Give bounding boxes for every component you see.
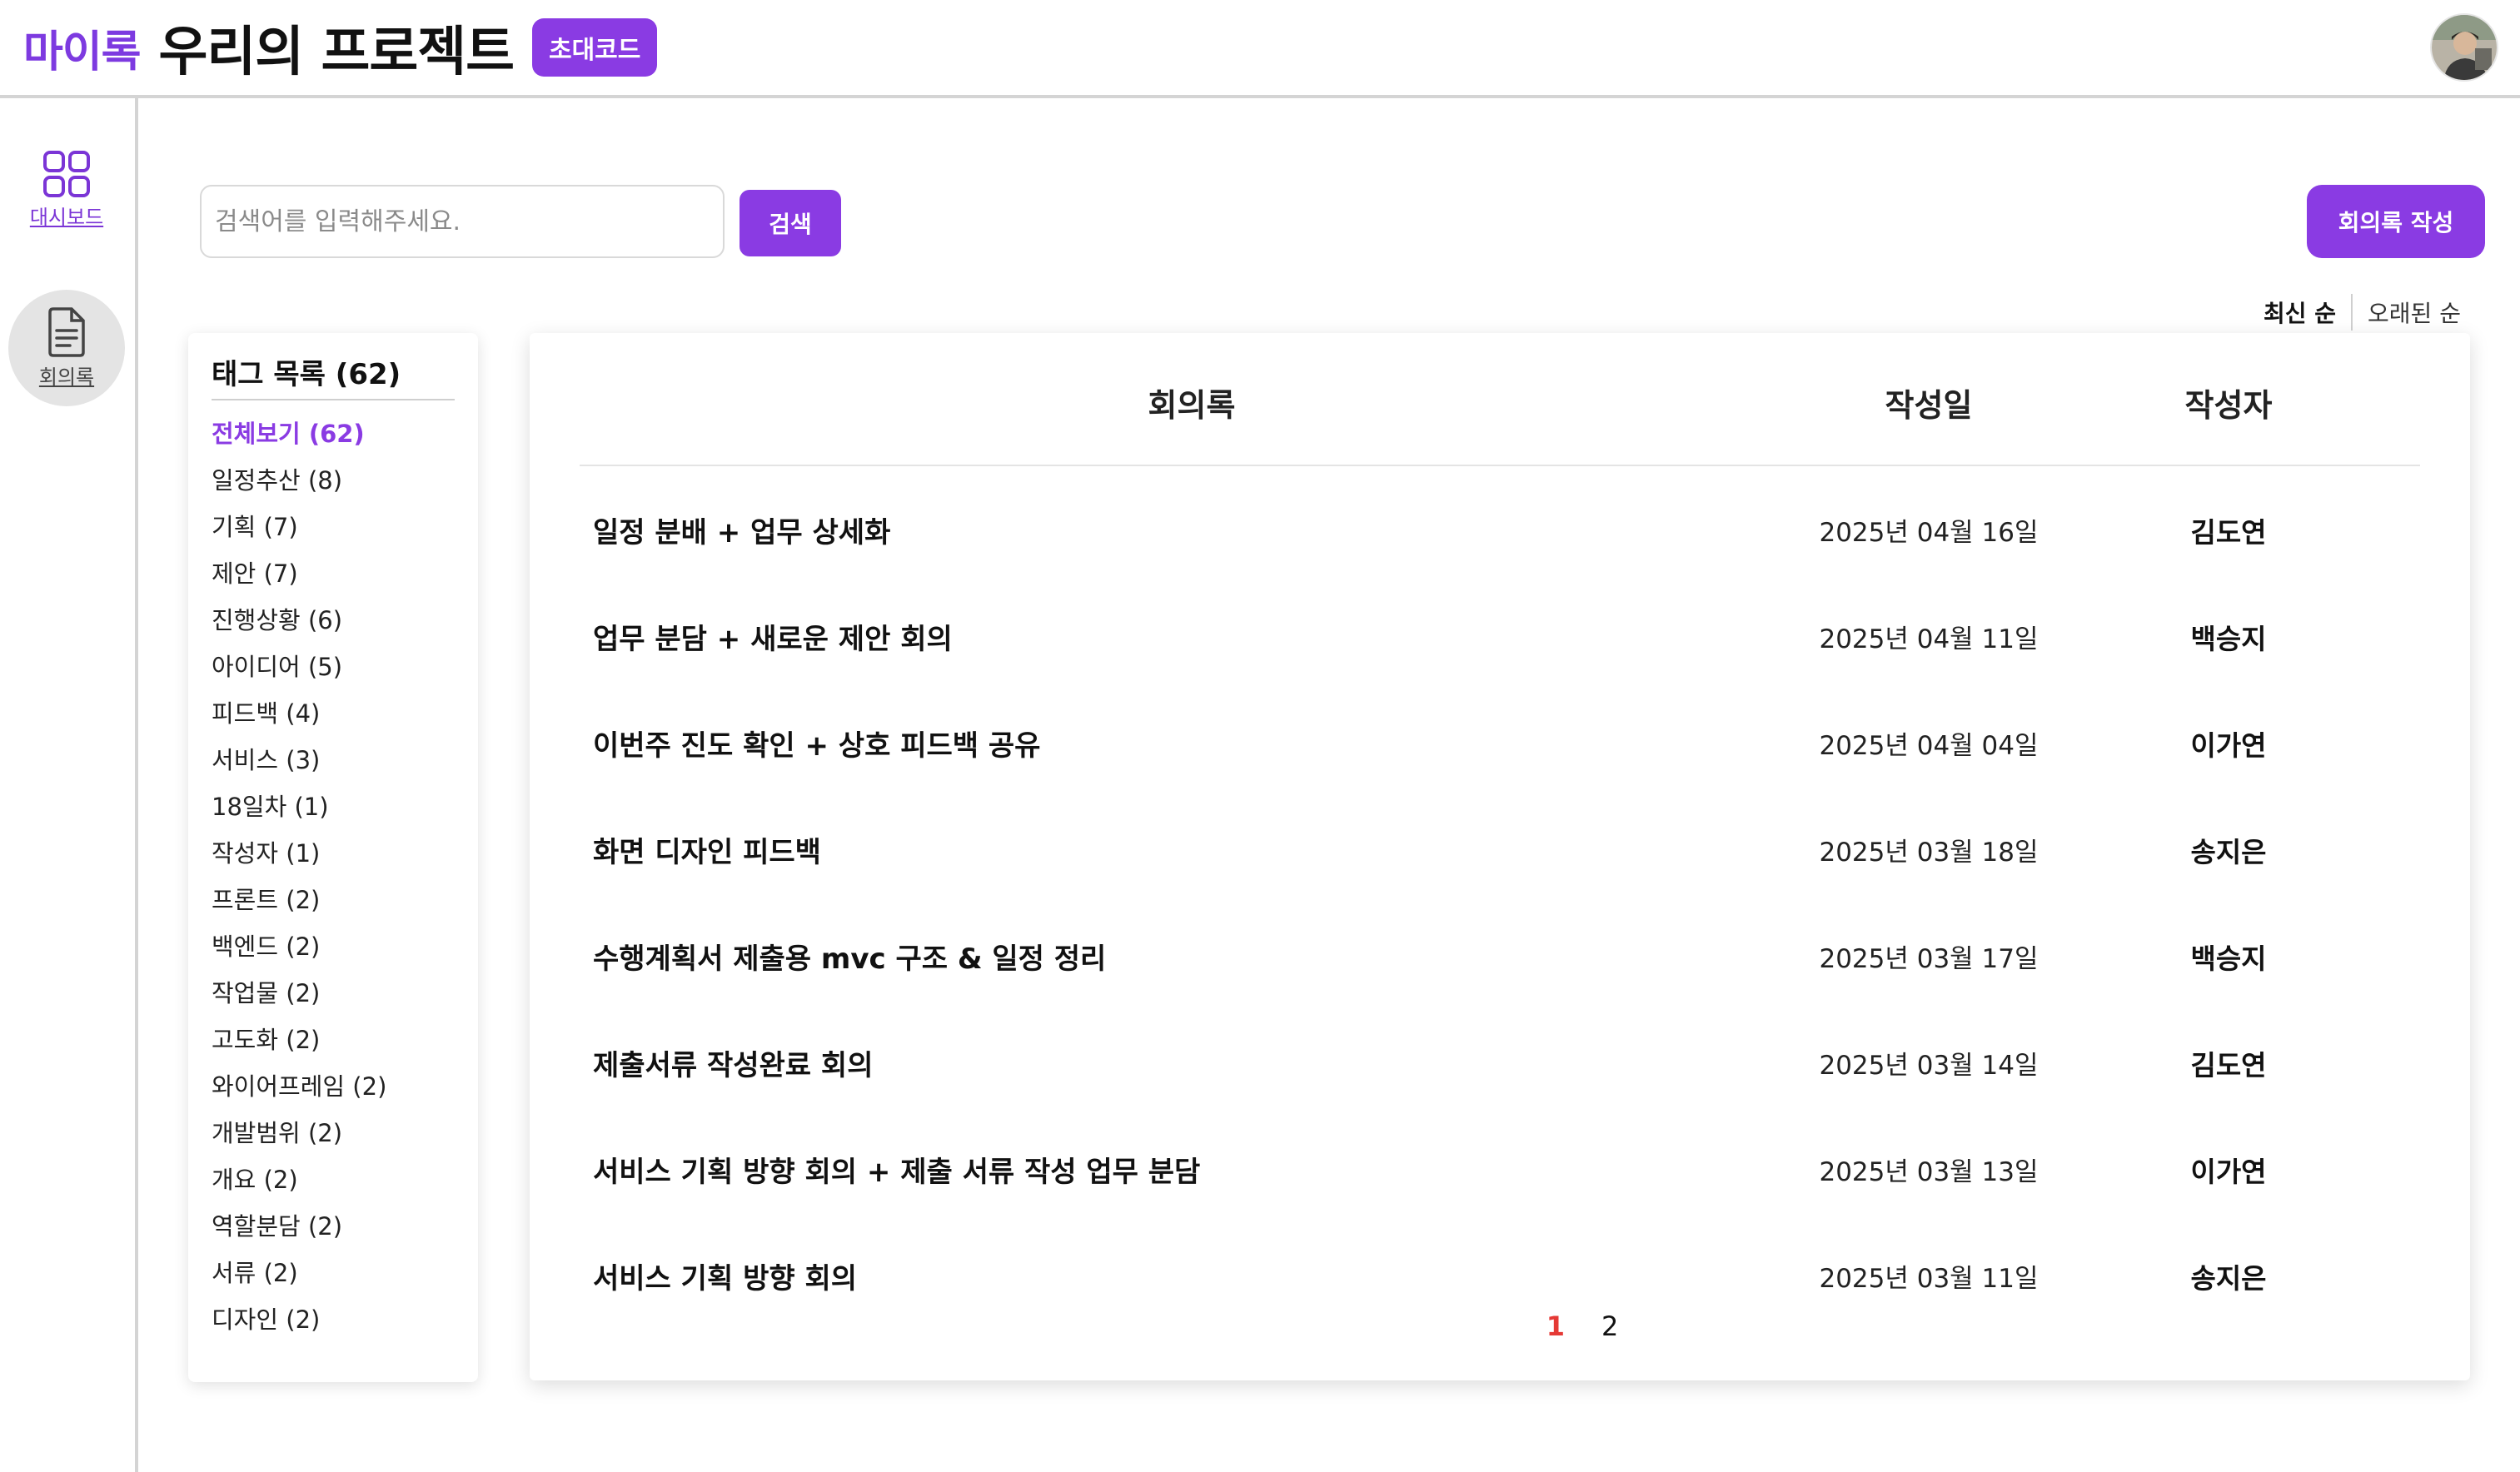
rail-label-minutes: 회의록 [38,365,95,389]
tag-panel-title: 태그 목록 (62) [212,351,455,400]
table-row[interactable]: 수행계획서 제출용 mvc 구조 & 일정 정리 2025년 03월 17일 백… [580,906,2420,1012]
table-row[interactable]: 이번주 진도 확인 + 상호 피드백 공유 2025년 04월 04일 이가연 [580,693,2420,799]
rail-item-dashboard[interactable]: 대시보드 [8,132,125,248]
tag-item[interactable]: 18일차 (1) [212,783,455,830]
table-row[interactable]: 업무 분담 + 새로운 제안 회의 2025년 04월 11일 백승지 [580,586,2420,693]
sort-oldest[interactable]: 오래된 순 [2353,296,2476,329]
row-title[interactable]: 이번주 진도 확인 + 상호 피드백 공유 [593,693,1040,799]
sort-newest[interactable]: 최신 순 [2249,296,2351,329]
row-date: 2025년 04월 04일 [1819,731,2039,761]
user-photo-icon [2432,15,2497,80]
tag-item[interactable]: 일정추산 (8) [212,457,455,504]
top-header: 마이록 우리의 프로젝트 초대코드 [0,0,2520,98]
row-author: 백승지 [2190,942,2267,975]
row-author: 김도연 [2190,516,2267,549]
tag-item[interactable]: 개요 (2) [212,1156,455,1203]
tag-item[interactable]: 프론트 (2) [212,877,455,923]
column-header-title: 회의록 [1148,387,1236,424]
invite-code-button[interactable]: 초대코드 [531,18,658,77]
pagination: 1 2 [530,1310,2470,1352]
side-rail: 대시보드 회의록 [0,98,138,1472]
tag-list: 전체보기 (62) 일정추산 (8) 기획 (7) 제안 (7) 진행상황 (6… [212,410,455,1343]
project-title: 우리의 프로젝트 [158,22,515,83]
app-logo[interactable]: 마이록 [23,17,142,79]
tag-item[interactable]: 진행상황 (6) [212,597,455,644]
minutes-table: 회의록 작성일 작성자 일정 분배 + 업무 상세화 2025년 04월 16일… [530,333,2470,1380]
table-row[interactable]: 일정 분배 + 업무 상세화 2025년 04월 16일 김도연 [580,480,2420,586]
row-author: 송지은 [2190,836,2267,868]
sort-toggle: 최신 순 오래된 순 [2249,293,2476,331]
grid-icon [43,150,90,197]
row-date: 2025년 04월 16일 [1819,518,2039,548]
tag-item[interactable]: 기획 (7) [212,504,455,550]
row-author: 백승지 [2190,623,2267,655]
row-author: 김도연 [2190,1049,2267,1082]
app-root: 마이록 우리의 프로젝트 초대코드 대시보드 회의록 검색어를 입력해주세요. … [0,0,2520,1472]
tag-item[interactable]: 서비스 (3) [212,737,455,783]
tag-item[interactable]: 작업물 (2) [212,970,455,1017]
column-header-author: 작성자 [2184,387,2273,424]
row-title[interactable]: 업무 분담 + 새로운 제안 회의 [593,586,953,693]
row-title[interactable]: 일정 분배 + 업무 상세화 [593,480,890,586]
row-date: 2025년 04월 11일 [1819,624,2039,654]
table-row[interactable]: 제출서류 작성완료 회의 2025년 03월 14일 김도연 [580,1012,2420,1119]
search-input[interactable] [200,185,725,258]
row-author: 이가연 [2190,1156,2267,1188]
table-row[interactable]: 서비스 기획 방향 회의 + 제출 서류 작성 업무 분담 2025년 03월 … [580,1119,2420,1226]
document-icon [48,306,85,357]
tag-item[interactable]: 백엔드 (2) [212,923,455,970]
row-date: 2025년 03월 18일 [1819,838,2039,868]
brand: 마이록 우리의 프로젝트 초대코드 [23,17,658,83]
rail-label-dashboard: 대시보드 [29,205,104,229]
tag-item[interactable]: 개발범위 (2) [212,1110,455,1156]
row-title[interactable]: 서비스 기획 방향 회의 + 제출 서류 작성 업무 분담 [593,1119,1200,1226]
tag-item[interactable]: 서류 (2) [212,1250,455,1296]
tag-panel: 태그 목록 (62) 전체보기 (62) 일정추산 (8) 기획 (7) 제안 … [188,333,478,1382]
tag-item[interactable]: 역할분담 (2) [212,1203,455,1250]
tag-item[interactable]: 아이디어 (5) [212,644,455,690]
table-header: 회의록 작성일 작성자 [580,333,2420,466]
tag-item[interactable]: 전체보기 (62) [212,410,455,457]
column-header-date: 작성일 [1885,387,1973,424]
tag-item[interactable]: 와이어프레임 (2) [212,1063,455,1110]
tag-item[interactable]: 작성자 (1) [212,830,455,877]
tag-item[interactable]: 피드백 (4) [212,690,455,737]
table-row[interactable]: 화면 디자인 피드백 2025년 03월 18일 송지은 [580,799,2420,906]
row-author: 이가연 [2190,729,2267,762]
avatar[interactable] [2430,13,2498,82]
rail-item-minutes[interactable]: 회의록 [8,290,125,406]
row-title[interactable]: 제출서류 작성완료 회의 [593,1012,873,1119]
row-date: 2025년 03월 17일 [1819,944,2039,974]
row-title[interactable]: 수행계획서 제출용 mvc 구조 & 일정 정리 [593,906,1106,1012]
tag-item[interactable]: 제안 (7) [212,550,455,597]
page-button-2[interactable]: 2 [1601,1310,1618,1352]
row-title[interactable]: 화면 디자인 피드백 [593,799,821,906]
page-button-1[interactable]: 1 [1546,1310,1565,1352]
tag-item[interactable]: 고도화 (2) [212,1017,455,1063]
tag-item[interactable]: 디자인 (2) [212,1296,455,1343]
write-minutes-button[interactable]: 회의록 작성 [2307,185,2485,258]
row-date: 2025년 03월 14일 [1819,1051,2039,1081]
row-date: 2025년 03월 13일 [1819,1157,2039,1187]
search-button[interactable]: 검색 [740,190,841,256]
